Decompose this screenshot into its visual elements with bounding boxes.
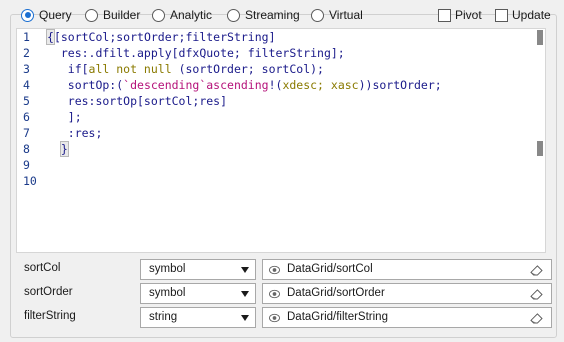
code-keyword: all not null — [88, 62, 172, 76]
param-name: sortCol — [24, 262, 61, 274]
code-text: ))sortOrder; — [358, 78, 442, 92]
param-row-sortorder: sortOrder symbol DataGrid/sortOrder — [16, 283, 556, 305]
param-type-dropdown[interactable]: string — [140, 307, 256, 328]
radio-analytic-circle — [152, 8, 165, 22]
code-text: ]; — [47, 110, 82, 124]
radio-query-label: Query — [39, 8, 72, 22]
code-line-5: res:sortOp[sortCol;res] — [47, 93, 227, 109]
line-number-gutter: 1 2 3 4 5 6 7 8 9 10 — [17, 29, 47, 252]
line-number: 9 — [23, 158, 30, 172]
line-number: 6 — [23, 110, 30, 124]
code-text: :res; — [47, 126, 103, 140]
code-line-2: res:.dfilt.apply[dfxQuote; filterString]… — [47, 45, 345, 61]
code-text: (sortOrder; sortCol); — [171, 62, 324, 76]
code-line-6: ]; — [47, 109, 82, 125]
radio-virtual-label: Virtual — [329, 8, 363, 22]
param-type-value: symbol — [149, 287, 186, 299]
update-checkbox[interactable]: Update — [495, 7, 551, 23]
line-number: 7 — [23, 126, 30, 140]
radio-analytic[interactable]: Analytic — [152, 7, 212, 23]
code-line-1: {[sortCol;sortOrder;filterString] — [46, 29, 276, 45]
param-type-dropdown[interactable]: symbol — [140, 283, 256, 304]
code-line-7: :res; — [47, 125, 103, 141]
line-number: 8 — [23, 142, 30, 156]
param-value-text: DataGrid/sortCol — [287, 263, 373, 275]
code-text: res:.dfilt.apply[dfxQuote; filterString]… — [47, 46, 345, 60]
line-number: 10 — [23, 174, 37, 188]
param-name: filterString — [24, 310, 76, 322]
radio-streaming-label: Streaming — [245, 8, 300, 22]
line-number: 1 — [23, 30, 30, 44]
code-text: res:sortOp[sortCol;res] — [47, 94, 228, 108]
eraser-icon[interactable] — [530, 289, 543, 300]
param-value-text: DataGrid/filterString — [287, 311, 388, 323]
code-text: [sortCol;sortOrder;filterString] — [53, 30, 276, 44]
param-value-field[interactable]: DataGrid/filterString — [262, 307, 552, 328]
param-value-field[interactable]: DataGrid/sortCol — [262, 259, 552, 280]
param-value-field[interactable]: DataGrid/sortOrder — [262, 283, 552, 304]
radio-virtual[interactable]: Virtual — [311, 7, 363, 23]
pivot-checkbox[interactable]: Pivot — [438, 7, 482, 23]
pivot-checkbox-box — [438, 8, 451, 22]
line-number: 3 — [23, 62, 30, 76]
editor-vertical-scrollbar[interactable] — [535, 29, 545, 252]
radio-builder[interactable]: Builder — [85, 7, 140, 23]
code-line-4: sortOp:(`descending`ascending!(xdesc; xa… — [47, 77, 442, 93]
chevron-down-icon — [241, 267, 249, 273]
param-name: sortOrder — [24, 286, 73, 298]
radio-builder-label: Builder — [103, 8, 141, 22]
close-brace-highlight: } — [59, 141, 69, 157]
code-line-3: if[all not null (sortOrder; sortCol); — [47, 61, 324, 77]
param-type-dropdown[interactable]: symbol — [140, 259, 256, 280]
radio-query[interactable]: Query — [21, 7, 72, 23]
code-text: !( — [268, 78, 283, 92]
eraser-icon[interactable] — [530, 313, 543, 324]
scrollbar-marker — [537, 141, 543, 156]
update-checkbox-label: Update — [512, 8, 551, 22]
eye-icon — [269, 265, 280, 275]
param-type-value: string — [149, 311, 178, 323]
eraser-icon[interactable] — [530, 265, 543, 276]
param-value-text: DataGrid/sortOrder — [287, 287, 385, 299]
mode-selector: Query Builder Analytic Streaming Virtual… — [0, 0, 564, 28]
code-text: sortOp:( — [47, 78, 124, 92]
eye-icon — [269, 313, 280, 323]
radio-streaming[interactable]: Streaming — [227, 7, 300, 23]
chevron-down-icon — [241, 315, 249, 321]
radio-virtual-circle — [311, 8, 324, 22]
open-brace-highlight: { — [46, 29, 55, 45]
query-code-editor[interactable]: 1 2 3 4 5 6 7 8 9 10 {[sortCol;sortOrder… — [16, 28, 546, 253]
line-number: 4 — [23, 78, 30, 92]
code-text: if[ — [47, 62, 89, 76]
update-checkbox-box — [495, 8, 508, 22]
code-line-8: } — [47, 141, 69, 157]
scrollbar-thumb[interactable] — [537, 30, 543, 45]
pivot-checkbox-label: Pivot — [455, 8, 482, 22]
radio-query-circle — [21, 8, 34, 22]
param-row-sortcol: sortCol symbol DataGrid/sortCol — [16, 259, 556, 281]
eye-icon — [269, 289, 280, 299]
radio-builder-circle — [85, 8, 98, 22]
line-number: 2 — [23, 46, 30, 60]
chevron-down-icon — [241, 291, 249, 297]
radio-analytic-label: Analytic — [170, 8, 213, 22]
param-row-filterstring: filterString string DataGrid/filterStrin… — [16, 307, 556, 329]
code-symbol-literal: `descending`ascending — [123, 78, 269, 92]
code-keyword: xdesc; xasc — [282, 78, 359, 92]
radio-streaming-circle — [227, 8, 240, 22]
line-number: 5 — [23, 94, 30, 108]
param-type-value: symbol — [149, 263, 186, 275]
